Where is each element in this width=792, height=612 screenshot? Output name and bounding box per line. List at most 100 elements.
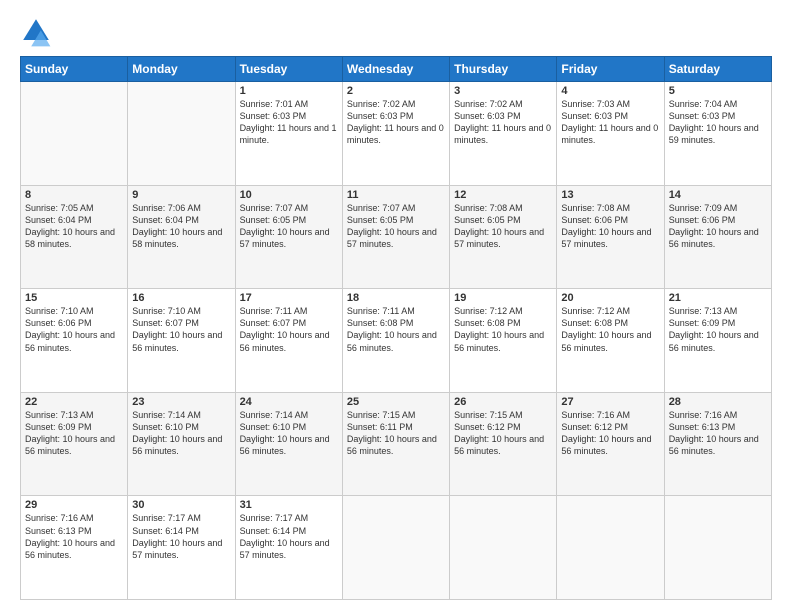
day-number: 18 bbox=[347, 292, 445, 304]
calendar-cell: 24Sunrise: 7:14 AMSunset: 6:10 PMDayligh… bbox=[235, 392, 342, 496]
weekday-header: Wednesday bbox=[342, 57, 449, 82]
calendar-cell bbox=[21, 82, 128, 186]
day-number: 12 bbox=[454, 189, 552, 201]
day-info: Sunrise: 7:17 AMSunset: 6:14 PMDaylight:… bbox=[132, 512, 230, 561]
calendar-cell: 3Sunrise: 7:02 AMSunset: 6:03 PMDaylight… bbox=[450, 82, 557, 186]
calendar-cell: 8Sunrise: 7:05 AMSunset: 6:04 PMDaylight… bbox=[21, 185, 128, 289]
day-info: Sunrise: 7:16 AMSunset: 6:12 PMDaylight:… bbox=[561, 409, 659, 458]
day-info: Sunrise: 7:12 AMSunset: 6:08 PMDaylight:… bbox=[561, 305, 659, 354]
day-info: Sunrise: 7:10 AMSunset: 6:07 PMDaylight:… bbox=[132, 305, 230, 354]
calendar-cell bbox=[664, 496, 771, 600]
day-info: Sunrise: 7:08 AMSunset: 6:06 PMDaylight:… bbox=[561, 202, 659, 251]
calendar-cell: 15Sunrise: 7:10 AMSunset: 6:06 PMDayligh… bbox=[21, 289, 128, 393]
day-info: Sunrise: 7:10 AMSunset: 6:06 PMDaylight:… bbox=[25, 305, 123, 354]
calendar-cell: 11Sunrise: 7:07 AMSunset: 6:05 PMDayligh… bbox=[342, 185, 449, 289]
day-number: 1 bbox=[240, 85, 338, 97]
day-info: Sunrise: 7:15 AMSunset: 6:11 PMDaylight:… bbox=[347, 409, 445, 458]
calendar-header-row: SundayMondayTuesdayWednesdayThursdayFrid… bbox=[21, 57, 772, 82]
day-info: Sunrise: 7:16 AMSunset: 6:13 PMDaylight:… bbox=[669, 409, 767, 458]
calendar-cell: 9Sunrise: 7:06 AMSunset: 6:04 PMDaylight… bbox=[128, 185, 235, 289]
weekday-header: Monday bbox=[128, 57, 235, 82]
calendar-cell: 12Sunrise: 7:08 AMSunset: 6:05 PMDayligh… bbox=[450, 185, 557, 289]
calendar-cell bbox=[557, 496, 664, 600]
calendar-cell: 19Sunrise: 7:12 AMSunset: 6:08 PMDayligh… bbox=[450, 289, 557, 393]
day-number: 5 bbox=[669, 85, 767, 97]
calendar-week-row: 22Sunrise: 7:13 AMSunset: 6:09 PMDayligh… bbox=[21, 392, 772, 496]
calendar-cell: 30Sunrise: 7:17 AMSunset: 6:14 PMDayligh… bbox=[128, 496, 235, 600]
day-number: 11 bbox=[347, 189, 445, 201]
day-number: 21 bbox=[669, 292, 767, 304]
day-info: Sunrise: 7:12 AMSunset: 6:08 PMDaylight:… bbox=[454, 305, 552, 354]
day-info: Sunrise: 7:13 AMSunset: 6:09 PMDaylight:… bbox=[669, 305, 767, 354]
day-number: 2 bbox=[347, 85, 445, 97]
calendar-cell: 28Sunrise: 7:16 AMSunset: 6:13 PMDayligh… bbox=[664, 392, 771, 496]
day-number: 13 bbox=[561, 189, 659, 201]
calendar-cell: 21Sunrise: 7:13 AMSunset: 6:09 PMDayligh… bbox=[664, 289, 771, 393]
calendar-cell: 31Sunrise: 7:17 AMSunset: 6:14 PMDayligh… bbox=[235, 496, 342, 600]
day-number: 28 bbox=[669, 396, 767, 408]
day-number: 29 bbox=[25, 499, 123, 511]
day-info: Sunrise: 7:13 AMSunset: 6:09 PMDaylight:… bbox=[25, 409, 123, 458]
day-number: 3 bbox=[454, 85, 552, 97]
day-number: 9 bbox=[132, 189, 230, 201]
calendar-cell: 13Sunrise: 7:08 AMSunset: 6:06 PMDayligh… bbox=[557, 185, 664, 289]
calendar-cell: 29Sunrise: 7:16 AMSunset: 6:13 PMDayligh… bbox=[21, 496, 128, 600]
weekday-header: Saturday bbox=[664, 57, 771, 82]
calendar-cell: 5Sunrise: 7:04 AMSunset: 6:03 PMDaylight… bbox=[664, 82, 771, 186]
weekday-header: Friday bbox=[557, 57, 664, 82]
calendar-week-row: 29Sunrise: 7:16 AMSunset: 6:13 PMDayligh… bbox=[21, 496, 772, 600]
day-number: 31 bbox=[240, 499, 338, 511]
day-number: 10 bbox=[240, 189, 338, 201]
calendar-week-row: 15Sunrise: 7:10 AMSunset: 6:06 PMDayligh… bbox=[21, 289, 772, 393]
day-info: Sunrise: 7:14 AMSunset: 6:10 PMDaylight:… bbox=[240, 409, 338, 458]
calendar-cell bbox=[450, 496, 557, 600]
day-info: Sunrise: 7:05 AMSunset: 6:04 PMDaylight:… bbox=[25, 202, 123, 251]
calendar-week-row: 8Sunrise: 7:05 AMSunset: 6:04 PMDaylight… bbox=[21, 185, 772, 289]
day-number: 30 bbox=[132, 499, 230, 511]
calendar-cell bbox=[342, 496, 449, 600]
day-number: 22 bbox=[25, 396, 123, 408]
calendar-cell: 17Sunrise: 7:11 AMSunset: 6:07 PMDayligh… bbox=[235, 289, 342, 393]
day-info: Sunrise: 7:02 AMSunset: 6:03 PMDaylight:… bbox=[347, 98, 445, 147]
weekday-header: Thursday bbox=[450, 57, 557, 82]
page: SundayMondayTuesdayWednesdayThursdayFrid… bbox=[0, 0, 792, 612]
day-info: Sunrise: 7:03 AMSunset: 6:03 PMDaylight:… bbox=[561, 98, 659, 147]
day-number: 26 bbox=[454, 396, 552, 408]
calendar-cell: 14Sunrise: 7:09 AMSunset: 6:06 PMDayligh… bbox=[664, 185, 771, 289]
header bbox=[20, 16, 772, 48]
day-info: Sunrise: 7:11 AMSunset: 6:08 PMDaylight:… bbox=[347, 305, 445, 354]
weekday-header: Sunday bbox=[21, 57, 128, 82]
day-number: 4 bbox=[561, 85, 659, 97]
day-info: Sunrise: 7:14 AMSunset: 6:10 PMDaylight:… bbox=[132, 409, 230, 458]
day-number: 25 bbox=[347, 396, 445, 408]
day-number: 14 bbox=[669, 189, 767, 201]
day-number: 17 bbox=[240, 292, 338, 304]
calendar-cell: 1Sunrise: 7:01 AMSunset: 6:03 PMDaylight… bbox=[235, 82, 342, 186]
day-info: Sunrise: 7:07 AMSunset: 6:05 PMDaylight:… bbox=[240, 202, 338, 251]
calendar-cell: 10Sunrise: 7:07 AMSunset: 6:05 PMDayligh… bbox=[235, 185, 342, 289]
day-info: Sunrise: 7:07 AMSunset: 6:05 PMDaylight:… bbox=[347, 202, 445, 251]
day-info: Sunrise: 7:08 AMSunset: 6:05 PMDaylight:… bbox=[454, 202, 552, 251]
calendar-table: SundayMondayTuesdayWednesdayThursdayFrid… bbox=[20, 56, 772, 600]
logo-icon bbox=[20, 16, 52, 48]
calendar-cell: 23Sunrise: 7:14 AMSunset: 6:10 PMDayligh… bbox=[128, 392, 235, 496]
day-number: 27 bbox=[561, 396, 659, 408]
day-info: Sunrise: 7:15 AMSunset: 6:12 PMDaylight:… bbox=[454, 409, 552, 458]
calendar-cell: 27Sunrise: 7:16 AMSunset: 6:12 PMDayligh… bbox=[557, 392, 664, 496]
day-info: Sunrise: 7:02 AMSunset: 6:03 PMDaylight:… bbox=[454, 98, 552, 147]
day-info: Sunrise: 7:16 AMSunset: 6:13 PMDaylight:… bbox=[25, 512, 123, 561]
weekday-header: Tuesday bbox=[235, 57, 342, 82]
day-info: Sunrise: 7:04 AMSunset: 6:03 PMDaylight:… bbox=[669, 98, 767, 147]
calendar-week-row: 1Sunrise: 7:01 AMSunset: 6:03 PMDaylight… bbox=[21, 82, 772, 186]
calendar-cell bbox=[128, 82, 235, 186]
day-info: Sunrise: 7:06 AMSunset: 6:04 PMDaylight:… bbox=[132, 202, 230, 251]
day-number: 16 bbox=[132, 292, 230, 304]
calendar-cell: 4Sunrise: 7:03 AMSunset: 6:03 PMDaylight… bbox=[557, 82, 664, 186]
logo bbox=[20, 16, 56, 48]
day-number: 15 bbox=[25, 292, 123, 304]
calendar-cell: 20Sunrise: 7:12 AMSunset: 6:08 PMDayligh… bbox=[557, 289, 664, 393]
day-number: 20 bbox=[561, 292, 659, 304]
calendar-cell: 26Sunrise: 7:15 AMSunset: 6:12 PMDayligh… bbox=[450, 392, 557, 496]
day-info: Sunrise: 7:01 AMSunset: 6:03 PMDaylight:… bbox=[240, 98, 338, 147]
day-info: Sunrise: 7:11 AMSunset: 6:07 PMDaylight:… bbox=[240, 305, 338, 354]
